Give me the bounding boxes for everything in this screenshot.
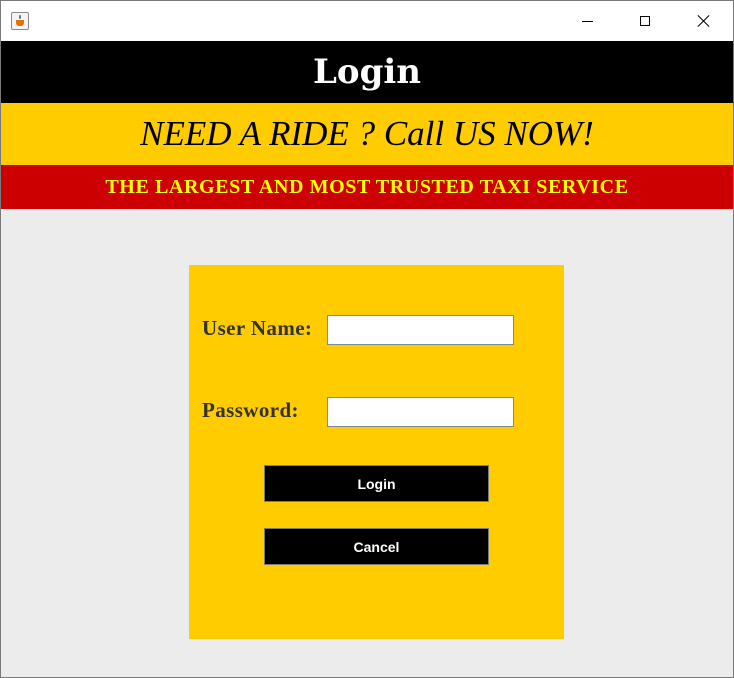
tagline-banner: THE LARGEST AND MOST TRUSTED TAXI SERVIC… xyxy=(1,165,733,209)
maximize-icon xyxy=(640,16,650,26)
page-title: Login xyxy=(1,41,733,103)
login-window: Login NEED A RIDE ? Call US NOW! THE LAR… xyxy=(0,0,734,678)
username-field[interactable] xyxy=(327,315,514,345)
maximize-button[interactable] xyxy=(622,1,668,41)
icon-cup xyxy=(16,20,24,26)
password-field[interactable] xyxy=(327,397,514,427)
username-label: User Name: xyxy=(202,316,313,340)
cancel-button[interactable]: Cancel xyxy=(264,528,489,565)
login-form-panel: User Name: Password: Login Cancel xyxy=(189,265,564,639)
close-icon xyxy=(698,15,710,27)
login-button[interactable]: Login xyxy=(264,465,489,502)
slogan-banner: NEED A RIDE ? Call US NOW! xyxy=(1,103,733,165)
icon-steam xyxy=(19,15,21,19)
title-bar[interactable] xyxy=(1,1,733,41)
minimize-icon xyxy=(581,20,593,22)
minimize-button[interactable] xyxy=(564,1,610,41)
java-coffee-cup-icon[interactable] xyxy=(11,12,29,30)
password-label: Password: xyxy=(202,398,299,422)
close-button[interactable] xyxy=(681,1,727,41)
